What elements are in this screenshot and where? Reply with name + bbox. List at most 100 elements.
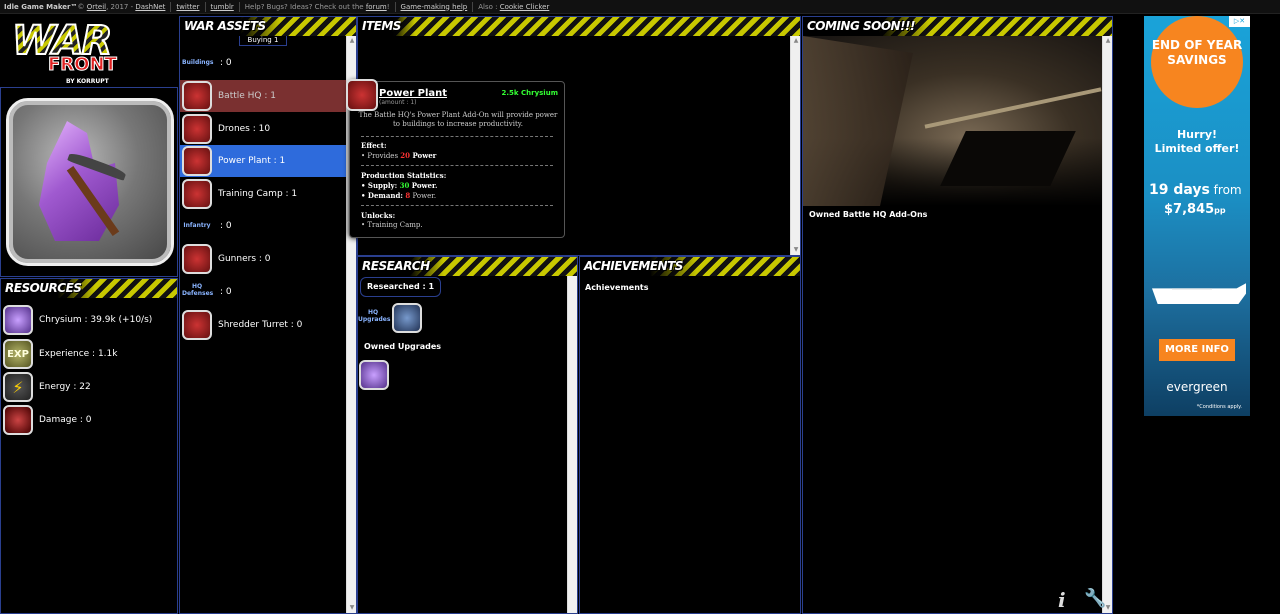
war-assets-title: WAR ASSETS	[180, 17, 280, 36]
ad-from: from	[1209, 183, 1242, 197]
asset-training-camp[interactable]: Training Camp : 1	[180, 178, 346, 210]
divider	[204, 1, 206, 12]
tumblr-link[interactable]: tumblr	[211, 3, 234, 11]
supply-prefix: • Supply:	[361, 181, 400, 190]
resource-damage: Damage : 0	[3, 405, 91, 435]
asset-shredder-turret[interactable]: Shredder Turret : 0	[180, 309, 346, 341]
items-header: ITEMS	[358, 17, 800, 36]
dashnet-link[interactable]: DashNet	[135, 3, 165, 11]
scene-pit	[940, 131, 1076, 186]
resource-label: Experience : 1.1k	[39, 349, 118, 359]
resource-label: Chrysium : 39.9k (+10/s)	[39, 315, 153, 325]
crystal-clicker-button[interactable]	[6, 98, 174, 266]
crystal-clicker-panel	[0, 87, 178, 277]
resources-title: RESOURCES	[1, 279, 96, 298]
asset-label: Battle HQ : 1	[218, 91, 276, 101]
logo-front: FRONT	[48, 54, 118, 76]
items-scrollbar[interactable]: ▲ ▼	[790, 36, 800, 255]
asset-drones[interactable]: Drones : 10	[180, 113, 346, 145]
power-plant-icon	[182, 146, 212, 176]
scroll-down-icon[interactable]: ▼	[791, 245, 800, 255]
research-title: RESEARCH	[358, 257, 444, 276]
ad-price: $7,845pp	[1164, 202, 1226, 217]
making-help-link[interactable]: Game-making help	[401, 3, 468, 11]
coming-soon-scrollbar[interactable]: ▲ ▼	[1102, 36, 1112, 613]
tooltip-unlocks: Unlocks: • Training Camp.	[361, 211, 423, 230]
top-bar: Idle Game Maker™© Orteil, 2017 - DashNet…	[0, 0, 1280, 14]
researched-count: Researched : 1	[360, 277, 442, 297]
more-info-button[interactable]: MORE INFO	[1159, 339, 1235, 361]
resources-panel: RESOURCES Chrysium : 39.9k (+10/s) EXP E…	[0, 278, 178, 614]
resource-label: Energy : 22	[39, 382, 91, 392]
forum-link[interactable]: forum	[366, 3, 387, 11]
category-infantry: Infantry	[183, 222, 211, 229]
supply-value: 30	[399, 181, 410, 190]
gunner-icon	[182, 244, 212, 274]
effect-title: Effect:	[361, 141, 387, 150]
divider	[170, 1, 172, 12]
production-title: Production Statistics:	[361, 171, 447, 180]
category-infantry-count: : 0	[220, 221, 232, 231]
achievements-label: Achievements	[585, 283, 649, 292]
achievements-panel: ACHIEVEMENTS Achievements	[579, 256, 801, 614]
research-panel: RESEARCH Researched : 1 HQ Upgrades Owne…	[357, 256, 578, 614]
tooltip-production: Production Statistics: • Supply: 30 Powe…	[361, 171, 446, 201]
crystal-upgrade-icon[interactable]	[359, 360, 389, 390]
also-text: Also :	[478, 2, 500, 11]
wrench-icon[interactable]: 🔧	[1084, 588, 1106, 609]
supply-suffix: Power.	[409, 181, 438, 190]
drone-icon	[182, 114, 212, 144]
scene-rail	[924, 87, 1102, 129]
demand-suffix: Power.	[410, 192, 437, 200]
tooltip-name: Power Plant	[379, 88, 448, 99]
unlocks-item: • Training Camp.	[361, 221, 423, 229]
tooltip-description: The Battle HQ's Power Plant Add-On will …	[358, 111, 558, 128]
scroll-down-icon[interactable]: ▼	[347, 603, 356, 613]
cruise-ship-image	[1152, 283, 1246, 304]
advertisement[interactable]: END OF YEAR SAVINGS Hurry! Limited offer!…	[1144, 16, 1250, 416]
scroll-up-icon[interactable]: ▲	[791, 36, 800, 46]
asset-gunners[interactable]: Gunners : 0	[180, 243, 346, 275]
asset-label: Power Plant : 1	[218, 156, 286, 166]
ad-brand: evergreen	[1166, 380, 1228, 394]
asset-label: Shredder Turret : 0	[218, 320, 303, 330]
research-header: RESEARCH	[358, 257, 577, 276]
scroll-up-icon[interactable]: ▲	[1103, 36, 1112, 46]
divider	[361, 205, 553, 206]
war-assets-panel: WAR ASSETS Buying 1 Buildings : 0 Battle…	[179, 16, 357, 614]
cookie-clicker-link[interactable]: Cookie Clicker	[500, 3, 550, 11]
ad-price-value: $7,845	[1164, 202, 1215, 217]
divider	[472, 1, 474, 12]
asset-label: Drones : 10	[218, 124, 271, 134]
year-text: , 2017 -	[106, 2, 136, 11]
buying-toggle[interactable]: Buying 1	[239, 36, 287, 46]
training-camp-icon	[182, 179, 212, 209]
help-end: !	[386, 2, 390, 11]
help-text: Help? Bugs? Ideas? Check out the	[244, 2, 366, 11]
category-buildings: Buildings	[182, 59, 214, 66]
divider	[361, 165, 553, 166]
author-link[interactable]: Orteil	[87, 3, 106, 11]
info-icon[interactable]: i	[1058, 588, 1066, 612]
twitter-link[interactable]: twitter	[176, 3, 199, 11]
items-title: ITEMS	[358, 17, 415, 36]
hq-upgrade-icon[interactable]	[392, 303, 422, 333]
war-assets-header: WAR ASSETS	[180, 17, 356, 36]
energy-icon: ⚡	[3, 372, 33, 402]
adchoices-icon[interactable]: ▷✕	[1229, 16, 1250, 27]
resources-header: RESOURCES	[1, 279, 177, 298]
hq-upgrades-label: HQ Upgrades	[358, 309, 391, 323]
ad-badge: END OF YEAR SAVINGS	[1151, 16, 1243, 108]
logo-by: BY KORRUPT	[66, 78, 109, 85]
asset-label: Training Camp : 1	[218, 189, 298, 199]
battle-hq-icon	[182, 81, 212, 111]
scroll-up-icon[interactable]: ▲	[347, 36, 356, 46]
divider	[394, 1, 396, 12]
asset-power-plant[interactable]: Power Plant : 1	[180, 145, 346, 177]
asset-battle-hq[interactable]: Battle HQ : 1	[180, 80, 346, 112]
research-scrollbar[interactable]	[567, 276, 577, 613]
exp-icon: EXP	[3, 339, 33, 369]
damage-icon	[3, 405, 33, 435]
effect-prefix: • Provides	[361, 152, 401, 160]
tooltip-cost: 2.5k Chrysium	[501, 89, 558, 97]
